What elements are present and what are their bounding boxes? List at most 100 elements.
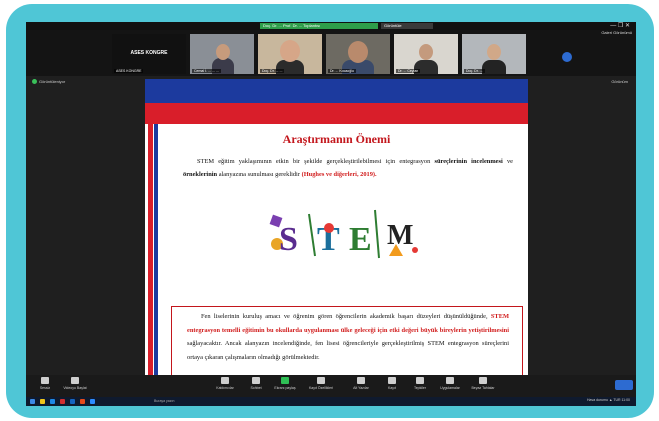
view-options-button[interactable]: Görünüm xyxy=(611,79,628,84)
end-meeting-button[interactable] xyxy=(615,380,633,390)
para-text: STEM eğitim yaklaşımının etkin bir şekil… xyxy=(197,158,431,165)
participant-name: Doç. Dr. ... ... xyxy=(260,69,285,73)
para-citation: (Hughes ve diğerleri, 2019). xyxy=(301,171,377,178)
page-background: Doç. Dr. ... Prof. Dr. ... Toplantısı Gö… xyxy=(0,0,659,421)
view-pill[interactable]: Görüntüle xyxy=(381,23,433,29)
record-button[interactable]: Kayıt xyxy=(380,377,404,390)
participant-video xyxy=(482,60,506,74)
participant-video xyxy=(216,44,230,60)
chat-label: Sohbet xyxy=(250,386,262,390)
record-label: Kayıt xyxy=(388,386,396,390)
slide-paragraph: Fen liselerinin kuruluş amacı ve öğrenim… xyxy=(187,310,509,364)
slide-header-blue xyxy=(145,79,528,103)
microphone-icon xyxy=(41,377,49,384)
meeting-title-pill[interactable]: Doç. Dr. ... Prof. Dr. ... Toplantısı xyxy=(260,23,378,29)
shield-icon xyxy=(32,79,37,85)
participant-tile[interactable]: Dr. ... Ceylan xyxy=(394,34,458,74)
participant-name: ASES KONGRE xyxy=(114,69,144,73)
slide-side-stripe xyxy=(148,124,153,379)
participant-tile[interactable]: Dr. ... Kocaoğlu xyxy=(326,34,390,74)
record-options-button[interactable]: Kayıt Özellikleri xyxy=(304,377,338,390)
next-page-button[interactable] xyxy=(562,52,572,62)
stem-letter-s: S xyxy=(279,221,298,258)
captions-icon xyxy=(357,377,365,384)
start-video-button[interactable]: Videoyu Başlat xyxy=(60,377,90,390)
apps-icon xyxy=(446,377,454,384)
share-screen-label: Ekranı paylaş xyxy=(274,386,296,390)
window-controls[interactable]: — ❐ ✕ xyxy=(610,22,630,29)
chat-icon xyxy=(252,377,260,384)
participant-tile[interactable]: Doç. Dr. ... xyxy=(462,34,526,74)
start-icon[interactable] xyxy=(30,399,35,404)
mute-label: Sessiz xyxy=(39,386,51,390)
browser-icon[interactable] xyxy=(50,399,55,404)
whiteboards-label: Beyaz Tahtalar xyxy=(471,386,495,390)
participants-label: Katılımcılar xyxy=(216,386,234,390)
participant-name: Dr. ... Ceylan xyxy=(396,69,421,73)
taskbar-search[interactable]: Buraya yazın xyxy=(154,399,174,403)
system-tray[interactable]: Hava durumu ▲ TUR 11:00 xyxy=(587,398,630,402)
participant-video xyxy=(419,44,433,60)
reactions-label: Tepkiler xyxy=(413,386,427,390)
slide-header-red xyxy=(145,103,528,124)
chat-button[interactable]: Sohbet xyxy=(246,377,266,390)
participant-name: Doç. Dr. ... xyxy=(464,69,485,73)
os-taskbar: Buraya yazın Hava durumu ▲ TUR 11:00 xyxy=(26,397,636,406)
participant-tile[interactable]: ASES KONGRE ASES KONGRE xyxy=(112,34,186,74)
para-text: alanyazına sunulması gereklidir xyxy=(217,171,302,178)
stem-letter-m: M xyxy=(387,220,413,251)
record-icon xyxy=(317,377,325,384)
smile-icon xyxy=(416,377,424,384)
participants-icon xyxy=(221,377,229,384)
para-highlight: için etki değeri büyük bireylerin yetişt… xyxy=(377,326,509,334)
app-icon[interactable] xyxy=(60,399,65,404)
video-camera-icon xyxy=(71,377,79,384)
apps-label: Uygulamalar xyxy=(440,386,460,390)
share-status[interactable]: Görüntüleniyor xyxy=(32,79,66,85)
share-screen-button[interactable]: Ekranı paylaş xyxy=(272,377,298,390)
captions-label: Alt Yazılar xyxy=(353,386,369,390)
para-bold: süreçlerinin incelenmesi xyxy=(434,158,503,165)
participant-video xyxy=(280,40,300,62)
meeting-toolbar: Sessiz Videoyu Başlat Katılımcılar Sohbe… xyxy=(26,375,636,397)
share-status-label: Görüntüleniyor xyxy=(39,79,66,84)
shared-slide: Araştırmanın Önemi STEM eğitim yaklaşımı… xyxy=(145,79,528,379)
zoom-meeting-window: Doç. Dr. ... Prof. Dr. ... Toplantısı Gö… xyxy=(26,22,636,406)
start-video-label: Videoyu Başlat xyxy=(63,386,87,390)
participant-tile[interactable]: Cemal İ. ... ... ... xyxy=(190,34,254,74)
record-options-label: Kayıt Özellikleri xyxy=(308,386,334,390)
para-text: sağlayacaktır. Ancak alanyazın incelendi… xyxy=(187,340,312,348)
slide-title: Araştırmanın Önemi xyxy=(282,132,391,146)
gallery-view-button[interactable]: Galeri Görünümü xyxy=(601,30,632,35)
reactions-button[interactable]: Tepkiler xyxy=(408,377,432,390)
captions-button[interactable]: Alt Yazılar xyxy=(346,377,376,390)
zoom-icon[interactable] xyxy=(90,399,95,404)
participant-strip: ASES KONGRE ASES KONGRE Cemal İ. ... ...… xyxy=(26,30,636,76)
slide-paragraph: STEM eğitim yaklaşımının etkin bir şekil… xyxy=(183,155,513,181)
participants-button[interactable]: Katılımcılar xyxy=(212,377,238,390)
stem-logo: S T E M xyxy=(269,209,418,259)
powerpoint-icon[interactable] xyxy=(80,399,85,404)
title-bar: Doç. Dr. ... Prof. Dr. ... Toplantısı Gö… xyxy=(26,22,636,30)
mute-button[interactable]: Sessiz xyxy=(34,377,56,390)
word-icon[interactable] xyxy=(70,399,75,404)
whiteboard-icon xyxy=(479,377,487,384)
participant-tile-text: ASES KONGRE xyxy=(130,50,168,56)
share-screen-icon xyxy=(281,377,289,384)
participant-tile[interactable]: Doç. Dr. ... ... xyxy=(258,34,322,74)
para-text: çalışmaların olmadığı görülmektedir. xyxy=(224,353,320,361)
record-icon xyxy=(388,377,396,384)
participant-video xyxy=(487,44,501,60)
para-bold: örneklerinin xyxy=(183,171,218,178)
stem-letter-e: E xyxy=(349,221,372,258)
para-text: Fen liselerinin kuruluş amacı ve öğrenim… xyxy=(201,313,441,320)
participant-name: Dr. ... Kocaoğlu xyxy=(328,69,356,73)
participant-video xyxy=(348,41,368,63)
folder-icon[interactable] xyxy=(40,399,45,404)
para-text: düşünüldüğünde, xyxy=(443,313,491,320)
apps-button[interactable]: Uygulamalar xyxy=(436,377,464,390)
slide-side-stripe xyxy=(154,124,158,379)
para-text: ve xyxy=(502,158,513,165)
participant-name: Cemal İ. ... ... ... xyxy=(192,69,221,73)
whiteboards-button[interactable]: Beyaz Tahtalar xyxy=(468,377,498,390)
